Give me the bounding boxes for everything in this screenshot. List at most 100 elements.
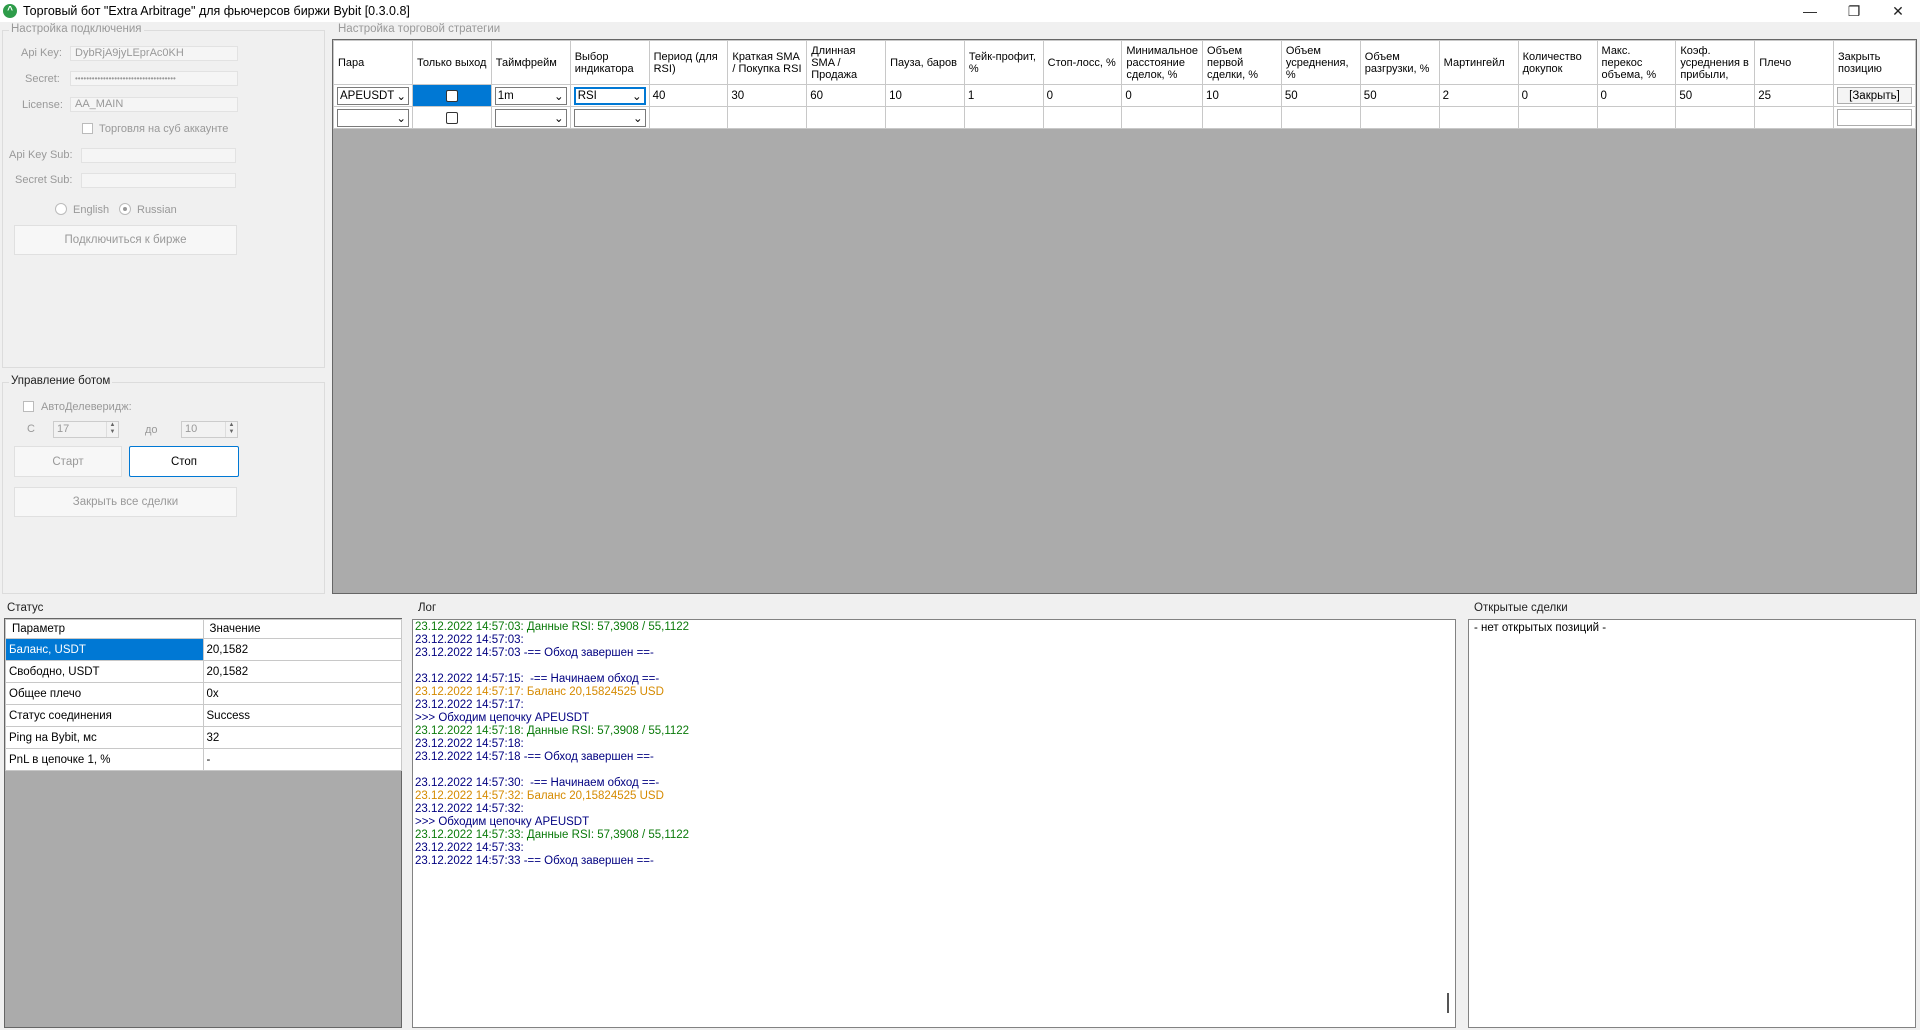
period-cell[interactable]: 40 (648, 84, 729, 107)
timeframe-cell[interactable]: 1m ⌄ (490, 84, 571, 107)
pair-select[interactable]: ⌄ (337, 108, 409, 127)
to-spinner[interactable]: 10 ▲ ▼ (181, 421, 238, 438)
column-header[interactable]: Параметр (5, 619, 204, 639)
spinner-arrows-icon[interactable]: ▲ ▼ (106, 422, 118, 437)
close-position-button[interactable]: [Закрыть] (1837, 87, 1912, 104)
column-header[interactable]: Минимальное расстояние сделок, % (1121, 40, 1204, 85)
value-cell[interactable]: 32 (202, 726, 403, 749)
short-sma-cell[interactable]: 30 (727, 84, 808, 107)
russian-radio[interactable] (119, 203, 131, 215)
table-row[interactable]: Ping на Bybit, мс 32 (5, 726, 403, 749)
martingale-cell[interactable]: 2 (1438, 84, 1519, 107)
minimize-icon[interactable]: — (1788, 0, 1832, 22)
close-position-cell[interactable] (1833, 106, 1916, 129)
max-skew-cell[interactable] (1596, 106, 1677, 129)
value-cell[interactable]: 20,1582 (202, 638, 403, 661)
table-row[interactable]: Статус соединения Success (5, 704, 403, 727)
chevron-down-icon[interactable]: ⌄ (554, 89, 564, 103)
timeframe-select[interactable]: ⌄ (494, 108, 567, 127)
column-header[interactable]: Объем усреднения, % (1280, 40, 1361, 85)
max-skew-cell[interactable]: 0 (1596, 84, 1677, 107)
english-radio[interactable] (55, 203, 67, 215)
avg-coef-cell[interactable] (1675, 106, 1756, 129)
exit-only-cell[interactable] (411, 106, 492, 129)
exit-only-checkbox[interactable] (445, 89, 458, 102)
stop-loss-cell[interactable]: 0 (1042, 84, 1123, 107)
martingale-cell[interactable] (1438, 106, 1519, 129)
indicator-select[interactable]: RSI ⌄ (573, 86, 646, 105)
period-cell[interactable] (648, 106, 729, 129)
value-cell[interactable]: 0x (202, 682, 403, 705)
param-cell[interactable]: Общее плечо (5, 682, 204, 705)
short-sma-cell[interactable] (727, 106, 808, 129)
column-header[interactable]: Таймфрейм (490, 40, 571, 85)
leverage-cell[interactable]: 25 (1754, 84, 1835, 107)
start-button[interactable]: Старт (14, 446, 122, 477)
column-header[interactable]: Количество докупок (1517, 40, 1598, 85)
take-profit-cell[interactable]: 1 (963, 84, 1044, 107)
pause-cell[interactable]: 10 (885, 84, 965, 107)
chevron-down-icon[interactable]: ⌄ (633, 111, 643, 125)
rebuys-cell[interactable] (1517, 106, 1598, 129)
value-cell[interactable]: Success (202, 704, 403, 727)
chevron-down-icon[interactable]: ⌄ (632, 89, 642, 103)
column-header[interactable]: Период (для RSI) (648, 40, 729, 85)
first-volume-cell[interactable] (1202, 106, 1282, 129)
secret-field[interactable]: •••••••••••••••••••••••••••••••••••• (70, 71, 238, 86)
close-position-button[interactable] (1837, 109, 1912, 126)
timeframe-select[interactable]: 1m ⌄ (494, 86, 567, 105)
unload-volume-cell[interactable]: 50 (1359, 84, 1440, 107)
stop-button[interactable]: Стоп (129, 446, 239, 477)
chevron-down-icon[interactable]: ⌄ (396, 111, 406, 125)
column-header[interactable]: Пауза, баров (885, 40, 965, 85)
close-all-button[interactable]: Закрыть все сделки (14, 487, 237, 517)
take-profit-cell[interactable] (963, 106, 1044, 129)
long-sma-cell[interactable]: 60 (806, 84, 887, 107)
close-icon[interactable]: ✕ (1876, 0, 1920, 22)
spinner-arrows-icon[interactable]: ▲ ▼ (225, 422, 237, 437)
avg-volume-cell[interactable] (1280, 106, 1361, 129)
exit-only-checkbox[interactable] (445, 111, 458, 124)
open-trades-panel[interactable]: - нет открытых позиций - (1468, 619, 1916, 1028)
table-row[interactable]: PnL в цепочке 1, % - (5, 748, 403, 771)
unload-volume-cell[interactable] (1359, 106, 1440, 129)
timeframe-cell[interactable]: ⌄ (490, 106, 571, 129)
avg-coef-cell[interactable]: 50 (1675, 84, 1756, 107)
first-volume-cell[interactable]: 10 (1202, 84, 1282, 107)
indicator-cell[interactable]: ⌄ (569, 106, 650, 129)
column-header[interactable]: Тейк-профит, % (963, 40, 1044, 85)
table-row[interactable]: Свободно, USDT 20,1582 (5, 660, 403, 683)
exit-only-cell[interactable] (411, 84, 492, 107)
indicator-cell[interactable]: RSI ⌄ (569, 84, 650, 107)
column-header[interactable]: Плечо (1754, 40, 1835, 85)
leverage-cell[interactable] (1754, 106, 1835, 129)
column-header[interactable]: Выбор индикатора (569, 40, 650, 85)
column-header[interactable]: Мартингейл (1438, 40, 1519, 85)
avg-volume-cell[interactable]: 50 (1280, 84, 1361, 107)
column-header[interactable]: Пара (333, 40, 413, 85)
close-position-cell[interactable]: [Закрыть] (1833, 84, 1916, 107)
column-header[interactable]: Закрыть позицию (1833, 40, 1916, 85)
column-header[interactable]: Стоп-лосс, % (1042, 40, 1123, 85)
value-cell[interactable]: 20,1582 (202, 660, 403, 683)
column-header[interactable]: Объем разгрузки, % (1359, 40, 1440, 85)
log-panel[interactable]: 23.12.2022 14:57:03: Данные RSI: 57,3908… (412, 619, 1456, 1028)
indicator-select[interactable]: ⌄ (573, 108, 646, 127)
param-cell[interactable]: Свободно, USDT (5, 660, 204, 683)
min-distance-cell[interactable] (1121, 106, 1204, 129)
pause-cell[interactable] (885, 106, 965, 129)
param-cell[interactable]: PnL в цепочке 1, % (5, 748, 204, 771)
pair-select[interactable]: APEUSDT ⌄ (337, 86, 409, 105)
column-header[interactable]: Краткая SMA / Покупка RSI (727, 40, 808, 85)
auto-deleverage-checkbox[interactable] (23, 401, 34, 412)
api-key-sub-field[interactable] (81, 148, 236, 163)
from-spinner[interactable]: 17 ▲ ▼ (53, 421, 119, 438)
license-field[interactable]: AA_MAIN (70, 97, 238, 112)
pair-cell[interactable]: ⌄ (333, 106, 413, 129)
column-header[interactable]: Только выход (411, 40, 492, 85)
secret-sub-field[interactable] (81, 173, 236, 188)
table-row[interactable]: Баланс, USDT 20,1582 (5, 638, 403, 661)
sub-account-checkbox[interactable] (82, 123, 93, 134)
column-header[interactable]: Значение (202, 619, 403, 639)
connect-button[interactable]: Подключиться к бирже (14, 225, 237, 255)
